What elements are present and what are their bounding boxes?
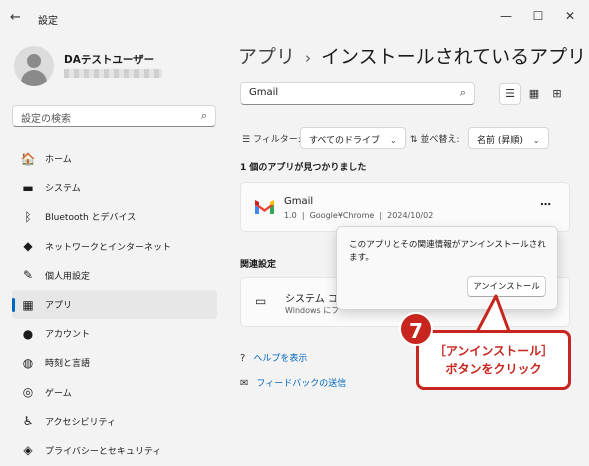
sidebar-item-label: アプリ bbox=[45, 301, 73, 312]
search-icon: ⌕ bbox=[459, 86, 466, 99]
shield-icon: ◈ bbox=[23, 443, 33, 458]
grid-view-icon: ▦ bbox=[528, 87, 540, 100]
chevron-down-icon: ⌄ bbox=[390, 136, 397, 145]
sidebar-item-label: ホーム bbox=[45, 155, 72, 166]
sidebar-item-label: アカウント bbox=[45, 330, 91, 341]
sidebar-item-label: プライバシーとセキュリティ bbox=[45, 446, 162, 457]
sidebar-item[interactable]: 🏠 ホーム bbox=[12, 144, 217, 173]
list-view-icon: ☰ bbox=[505, 87, 515, 100]
callout-line-1: ［アンインストール］ bbox=[433, 344, 554, 358]
sidebar-item[interactable]: ◈ プライバシーとセキュリティ bbox=[12, 436, 217, 465]
brush-icon: ✎ bbox=[22, 268, 34, 283]
grid-view-button[interactable]: ▦ bbox=[523, 83, 545, 105]
settings-search-placeholder: 設定の検索 bbox=[21, 114, 71, 125]
app-name: Gmail bbox=[284, 196, 314, 207]
filter-icon: ☰ bbox=[242, 135, 251, 145]
minimize-button[interactable]: — bbox=[492, 5, 520, 27]
app-list-item[interactable]: Gmail 1.0 | Google¥Chrome | 2024/10/02 ⋯ bbox=[240, 182, 570, 232]
settings-search-input[interactable]: 設定の検索 ⌕ bbox=[12, 105, 216, 127]
sidebar-item-label: ゲーム bbox=[45, 388, 72, 399]
network-icon: ◆ bbox=[23, 239, 33, 254]
user-name: DAテストユーザー bbox=[64, 54, 155, 66]
breadcrumb-installed-apps: インストールされているアプリ bbox=[321, 46, 587, 68]
uninstall-message: このアプリとその関連情報がアンインストールされます。 bbox=[349, 240, 546, 263]
callout-line-2: ボタンをクリック bbox=[445, 362, 542, 376]
bluetooth-icon: ᛒ bbox=[24, 209, 32, 224]
help-link[interactable]: ? ヘルプを表示 bbox=[240, 351, 307, 364]
app-meta: 1.0 | Google¥Chrome | 2024/10/02 bbox=[284, 211, 434, 220]
drive-filter-dropdown[interactable]: すべてのドライブ ⌄ bbox=[300, 127, 406, 149]
sidebar-item[interactable]: ♿ アクセシビリティ bbox=[12, 407, 217, 436]
feedback-link[interactable]: ✉ フィードバックの送信 bbox=[240, 376, 346, 389]
related-settings-heading: 関連設定 bbox=[240, 260, 277, 270]
sort-label: ⇅ 並べ替え: bbox=[410, 135, 460, 145]
results-count: 1 個のアプリが見つかりました bbox=[240, 163, 367, 173]
sidebar-item[interactable]: ◍ 時刻と言語 bbox=[12, 348, 217, 377]
uninstall-flyout: このアプリとその関連情報がアンインストールされます。 アンインストール bbox=[336, 226, 558, 310]
sidebar-item-label: 時刻と言語 bbox=[45, 359, 91, 370]
system-components-icon: ▭ bbox=[255, 294, 267, 308]
sidebar-item[interactable]: ◆ ネットワークとインターネット bbox=[12, 232, 217, 261]
uninstall-button[interactable]: アンインストール bbox=[467, 276, 546, 297]
apps-icon: ▦ bbox=[22, 297, 34, 312]
sort-icon: ⇅ bbox=[410, 135, 418, 145]
step-number-badge: 7 bbox=[399, 312, 433, 346]
accessibility-icon: ♿ bbox=[22, 414, 34, 429]
app-search-input[interactable]: Gmail ⌕ bbox=[240, 82, 475, 105]
account-icon: ● bbox=[22, 326, 34, 341]
system-icon: ▬ bbox=[22, 180, 34, 195]
sidebar-item[interactable]: ▬ システム bbox=[12, 173, 217, 202]
sidebar-item[interactable]: ● アカウント bbox=[12, 319, 217, 348]
filter-label: ☰ フィルター: bbox=[242, 135, 301, 145]
sort-dropdown[interactable]: 名前 (昇順) ⌄ bbox=[468, 127, 549, 149]
breadcrumb-chevron-icon: › bbox=[305, 49, 312, 67]
sidebar-nav: 🏠 ホーム ▬ システム ᛒ Bluetooth とデバイス ◆ ネットワークとインターネット… bbox=[12, 144, 217, 465]
tile-view-button[interactable]: ⊞ bbox=[546, 83, 568, 105]
system-components-subtitle: Windows にプ bbox=[285, 306, 340, 315]
sidebar-item[interactable]: ◎ ゲーム bbox=[12, 378, 217, 407]
gmail-icon bbox=[255, 200, 274, 214]
help-icon: ? bbox=[240, 353, 246, 364]
feedback-icon: ✉ bbox=[240, 378, 249, 389]
home-icon: 🏠 bbox=[20, 151, 36, 166]
more-options-icon[interactable]: ⋯ bbox=[540, 198, 551, 211]
active-indicator bbox=[12, 297, 15, 312]
app-search-value: Gmail bbox=[249, 87, 279, 98]
sidebar-item[interactable]: ▦ アプリ bbox=[12, 289, 217, 320]
settings-window: ← 設定 — ☐ ✕ DAテストユーザー 設定の検索 ⌕ 🏠 ホーム ▬ システム ᛒ B… bbox=[0, 0, 589, 466]
title-bar: ← 設定 — ☐ ✕ bbox=[0, 0, 589, 34]
avatar[interactable] bbox=[14, 46, 54, 86]
list-view-button[interactable]: ☰ bbox=[499, 83, 521, 105]
close-button[interactable]: ✕ bbox=[556, 5, 584, 27]
sidebar-item-label: アクセシビリティ bbox=[45, 417, 117, 428]
user-email-redacted bbox=[64, 69, 162, 78]
sidebar-item-label: システム bbox=[45, 184, 81, 195]
sidebar-item-label: ネットワークとインターネット bbox=[45, 242, 172, 253]
breadcrumb-apps[interactable]: アプリ bbox=[238, 46, 295, 68]
avatar-head bbox=[27, 54, 41, 68]
maximize-button[interactable]: ☐ bbox=[524, 5, 552, 27]
search-icon: ⌕ bbox=[200, 109, 207, 122]
sidebar-item-label: 個人用設定 bbox=[45, 271, 91, 282]
chevron-down-icon: ⌄ bbox=[532, 136, 540, 145]
sidebar-item-label: Bluetooth とデバイス bbox=[45, 213, 137, 224]
back-arrow-icon[interactable]: ← bbox=[10, 10, 21, 25]
sidebar-item[interactable]: ᛒ Bluetooth とデバイス bbox=[12, 202, 217, 231]
window-title: 設定 bbox=[38, 16, 58, 27]
gaming-icon: ◎ bbox=[22, 385, 34, 400]
avatar-body bbox=[21, 70, 47, 86]
time-language-icon: ◍ bbox=[22, 355, 34, 370]
instruction-callout: ［アンインストール］ ボタンをクリック bbox=[416, 330, 571, 390]
tile-view-icon: ⊞ bbox=[552, 87, 562, 100]
sidebar-item[interactable]: ✎ 個人用設定 bbox=[12, 261, 217, 290]
page-title: アプリ › インストールされているアプリ bbox=[238, 42, 586, 69]
